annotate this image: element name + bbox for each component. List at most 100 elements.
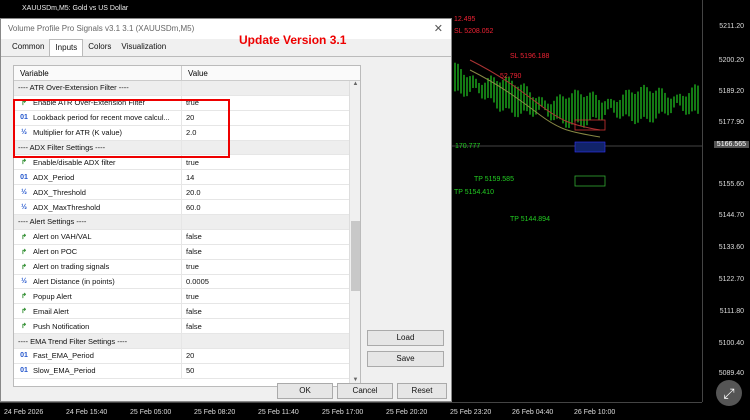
- variable-cell: ½ ADX_Threshold: [14, 185, 182, 200]
- variable-name: ---- Alert Settings ----: [18, 217, 87, 227]
- table-row[interactable]: ↱ Alert on POC false: [14, 244, 360, 260]
- table-row[interactable]: 01 Fast_EMA_Period 20: [14, 349, 360, 364]
- table-row[interactable]: ---- EMA Trend Filter Settings ----: [14, 334, 360, 350]
- bool-arrow-icon: ↱: [21, 233, 27, 241]
- value-cell[interactable]: false: [182, 304, 360, 318]
- time-label: 26 Feb 04:40: [512, 409, 554, 416]
- value-text: 50: [186, 366, 195, 376]
- value-text: true: [186, 291, 199, 301]
- annotation: TP 5154.410: [454, 189, 494, 196]
- table-row[interactable]: ½ Alert Distance (in points) 0.0005: [14, 274, 360, 290]
- value-cell: [182, 215, 360, 229]
- price-label: 5155.60: [718, 181, 744, 188]
- price-label: 5089.40: [718, 370, 744, 377]
- value-cell[interactable]: false: [182, 319, 360, 333]
- annotation: TP 5144.894: [510, 216, 550, 223]
- time-label: 25 Feb 08:20: [194, 409, 236, 416]
- load-button[interactable]: Load: [367, 330, 444, 346]
- value-cell[interactable]: false: [182, 230, 360, 244]
- value-cell[interactable]: 60.0: [182, 200, 360, 214]
- variable-name: Enable/disable ADX filter: [33, 157, 116, 167]
- tab-inputs[interactable]: Inputs: [49, 39, 84, 56]
- time-label: 25 Feb 17:00: [322, 409, 364, 416]
- table-row[interactable]: ---- Alert Settings ----: [14, 215, 360, 230]
- grid-scrollbar[interactable]: ▲ ▼: [349, 81, 360, 386]
- value-text: 60.0: [186, 202, 201, 212]
- value-cell[interactable]: true: [182, 289, 360, 303]
- variable-cell: 01 Fast_EMA_Period: [14, 349, 182, 363]
- value-text: true: [186, 262, 199, 272]
- variable-name: ---- ATR Over-Extension Filter ----: [18, 83, 129, 93]
- variable-cell: ---- Alert Settings ----: [14, 215, 182, 229]
- tab-bar: Common Inputs Colors Visualization: [1, 39, 451, 57]
- variable-cell: 01 ADX_Period: [14, 170, 182, 185]
- scroll-up-icon[interactable]: ▲: [350, 81, 360, 92]
- double-icon: ½: [21, 203, 27, 211]
- variable-cell: ↱ Alert on POC: [14, 244, 182, 259]
- value-cell[interactable]: 50: [182, 364, 360, 378]
- variable-cell: ↱ Alert on VAH/VAL: [14, 229, 182, 244]
- annotation: SL 5208.052: [454, 28, 494, 35]
- variable-name: ADX_Period: [33, 172, 75, 182]
- table-row[interactable]: ---- ATR Over-Extension Filter ----: [14, 81, 360, 96]
- price-label: 5100.40: [718, 340, 744, 347]
- value-cell[interactable]: 20.0: [182, 185, 360, 199]
- vp-box-3: [574, 175, 606, 187]
- table-row[interactable]: ↱ Popup Alert true: [14, 289, 360, 305]
- bool-arrow-icon: ↱: [21, 263, 27, 271]
- time-label: 26 Feb 10:00: [574, 409, 616, 416]
- table-row[interactable]: ↱ Push Notification false: [14, 319, 360, 335]
- double-icon: ½: [21, 278, 27, 286]
- price-label: 5177.90: [718, 119, 744, 126]
- save-button[interactable]: Save: [367, 351, 444, 367]
- table-row[interactable]: 01 Slow_EMA_Period 50: [14, 363, 360, 379]
- tab-colors[interactable]: Colors: [83, 39, 116, 56]
- ok-button[interactable]: OK: [277, 383, 333, 399]
- scroll-thumb[interactable]: [351, 221, 360, 291]
- column-header-variable[interactable]: Variable: [14, 66, 182, 80]
- time-label: 25 Feb 11:40: [258, 409, 299, 416]
- table-row[interactable]: 01 ADX_Period 14: [14, 170, 360, 186]
- bool-arrow-icon: ↱: [21, 293, 27, 301]
- time-label: 25 Feb 20:20: [386, 409, 428, 416]
- annotation: 170.777: [455, 143, 481, 150]
- price-label: 5211.20: [719, 23, 744, 30]
- value-cell[interactable]: 0.0005: [182, 275, 360, 289]
- table-row[interactable]: ↱ Email Alert false: [14, 304, 360, 320]
- table-row[interactable]: ↱ Alert on VAH/VAL false: [14, 229, 360, 245]
- close-icon[interactable]: ✕: [434, 19, 443, 39]
- price-label: 5144.70: [718, 212, 744, 219]
- int-icon: 01: [20, 367, 28, 375]
- value-cell[interactable]: 20: [182, 349, 360, 363]
- value-text: false: [186, 306, 202, 316]
- zoom-icon[interactable]: ⤢: [716, 380, 742, 406]
- value-cell[interactable]: true: [182, 260, 360, 274]
- value-cell: [182, 81, 360, 95]
- variable-cell: ½ ADX_MaxThreshold: [14, 200, 182, 215]
- column-header-value[interactable]: Value: [182, 66, 208, 80]
- bool-arrow-icon: ↱: [21, 308, 27, 316]
- tab-visualization[interactable]: Visualization: [116, 39, 171, 56]
- annotation: SL 5196.188: [510, 53, 550, 60]
- price-label: 5189.20: [718, 88, 744, 95]
- table-row[interactable]: ↱ Alert on trading signals true: [14, 259, 360, 275]
- cancel-button[interactable]: Cancel: [337, 383, 393, 399]
- variable-name: ADX_MaxThreshold: [33, 202, 101, 212]
- value-cell[interactable]: false: [182, 245, 360, 259]
- tab-common[interactable]: Common: [7, 39, 49, 56]
- red-highlight-box: [13, 99, 230, 158]
- time-label: 24 Feb 2026: [4, 409, 44, 416]
- variable-cell: 01 Slow_EMA_Period: [14, 363, 182, 378]
- value-cell[interactable]: 14: [182, 170, 360, 184]
- time-axis: 24 Feb 2026 24 Feb 15:40 25 Feb 05:00 25…: [0, 402, 702, 420]
- dialog-titlebar: Volume Profile Pro Signals v3.1 3.1 (XAU…: [1, 19, 451, 39]
- reset-button[interactable]: Reset: [397, 383, 447, 399]
- double-icon: ½: [21, 188, 27, 196]
- value-text: 20: [186, 351, 195, 361]
- variable-name: Popup Alert: [33, 291, 72, 301]
- variable-name: Push Notification: [33, 321, 90, 331]
- bool-arrow-icon: ↱: [21, 248, 27, 256]
- table-row[interactable]: ½ ADX_Threshold 20.0: [14, 185, 360, 201]
- table-row[interactable]: ½ ADX_MaxThreshold 60.0: [14, 200, 360, 216]
- variable-name: ---- EMA Trend Filter Settings ----: [18, 336, 128, 346]
